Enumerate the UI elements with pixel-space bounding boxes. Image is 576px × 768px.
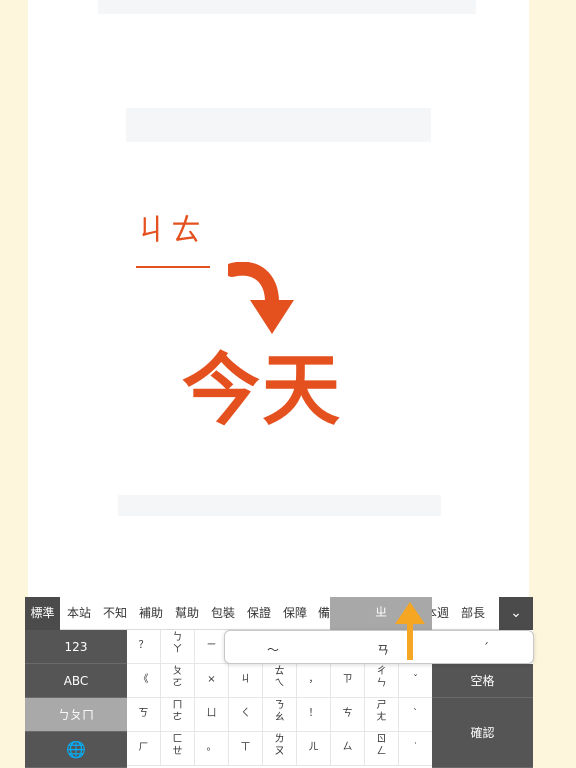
key-label: ㄩ bbox=[206, 708, 217, 719]
key-label: ㄒ bbox=[240, 742, 251, 753]
flick-panel: ～ ㄢ ˊ bbox=[224, 630, 534, 664]
placeholder-bar bbox=[98, 0, 476, 14]
key[interactable]: ㄙ bbox=[331, 732, 365, 766]
key-top-label: ㄌ bbox=[274, 734, 285, 745]
key-top-label: ㄅ bbox=[172, 632, 183, 643]
key-bottom-label: ㄚ bbox=[172, 644, 183, 655]
input-underline bbox=[136, 266, 210, 268]
mode-standard-button[interactable]: 標準 bbox=[25, 597, 60, 630]
key-bottom-label: ㄣ bbox=[376, 678, 387, 689]
key[interactable]: ㄖㄥ bbox=[365, 732, 399, 766]
key[interactable]: ˇ bbox=[399, 664, 433, 698]
key-label: ˙ bbox=[413, 742, 418, 753]
key-label: 《 bbox=[138, 674, 149, 685]
key-label: ㄙ bbox=[342, 742, 353, 753]
key[interactable]: ㄈㄝ bbox=[161, 732, 195, 766]
key-label: ！ bbox=[308, 708, 319, 719]
key-label: × bbox=[207, 674, 216, 685]
flick-option[interactable]: ㄢ bbox=[377, 641, 389, 658]
key-label: ㄘ bbox=[342, 708, 353, 719]
key-bottom-label: ㄠ bbox=[274, 712, 285, 723]
key-abc[interactable]: ABC bbox=[25, 664, 127, 698]
key-top-label: ㄆ bbox=[172, 666, 183, 677]
key-top-label: ㄖ bbox=[376, 734, 387, 745]
key[interactable]: ㄏ bbox=[127, 732, 161, 766]
key-label: ㄑ bbox=[240, 708, 251, 719]
candidate-item[interactable]: 包裝 bbox=[211, 597, 235, 630]
candidate-item[interactable]: 部長 bbox=[461, 597, 485, 630]
conversion-result: 今天 bbox=[182, 346, 343, 436]
key-top-label: ㄕ bbox=[376, 700, 387, 711]
key[interactable]: ㄒ bbox=[229, 732, 263, 766]
key-label: ㄐ bbox=[240, 674, 251, 685]
candidate-item[interactable]: 本站 bbox=[67, 597, 91, 630]
arrow-up-icon bbox=[395, 602, 425, 660]
placeholder-bar bbox=[118, 495, 441, 516]
candidate-item[interactable]: 補助 bbox=[139, 597, 163, 630]
key-bottom-label: ㄤ bbox=[376, 712, 387, 723]
key-top-label: ㄇ bbox=[172, 700, 183, 711]
key-label: ㄗ bbox=[342, 674, 353, 685]
candidate-item[interactable]: 備 bbox=[318, 597, 330, 630]
key-top-label: ㄋ bbox=[274, 700, 285, 711]
candidate-item[interactable]: 幫助 bbox=[175, 597, 199, 630]
key-bottom-label: ㄛ bbox=[172, 678, 183, 689]
key[interactable]: 《 bbox=[127, 664, 161, 698]
key[interactable]: ， bbox=[297, 664, 331, 698]
key-label: ㄦ bbox=[308, 742, 319, 753]
bopomofo-input: ㄐㄊ bbox=[136, 213, 206, 248]
key[interactable]: ˙ bbox=[399, 732, 433, 766]
key[interactable]: ㄎ bbox=[127, 698, 161, 732]
key[interactable]: 。 bbox=[195, 732, 229, 766]
key[interactable]: ㄋㄠ bbox=[263, 698, 297, 732]
space-button[interactable]: 空格 bbox=[432, 664, 533, 698]
key-numbers[interactable]: 123 bbox=[25, 630, 127, 664]
key-bottom-label: ㄟ bbox=[274, 678, 285, 689]
key[interactable]: ㄆㄛ bbox=[161, 664, 195, 698]
key[interactable]: ㄇㄜ bbox=[161, 698, 195, 732]
globe-icon[interactable]: 🌐 bbox=[25, 732, 127, 768]
key[interactable]: ㄩ bbox=[195, 698, 229, 732]
confirm-button[interactable]: 確認 bbox=[432, 698, 533, 768]
key-label: ㄎ bbox=[138, 708, 149, 719]
key-label: ？ bbox=[138, 640, 149, 651]
key[interactable]: ㄌㄡ bbox=[263, 732, 297, 766]
candidate-bar: 標準 本站不知補助幫助包裝保證保障備本週部長猜 ㄓ ⌄ bbox=[25, 597, 533, 630]
candidate-item[interactable]: 保證 bbox=[247, 597, 271, 630]
key[interactable]: ㄑ bbox=[229, 698, 263, 732]
flick-option[interactable]: ～ bbox=[267, 641, 279, 658]
key-bottom-label: ㄡ bbox=[274, 746, 285, 757]
key-label: ， bbox=[308, 674, 319, 685]
key-label: ㄏ bbox=[138, 742, 149, 753]
key-bottom-label: ㄝ bbox=[172, 746, 183, 757]
key[interactable]: ㄊㄟ bbox=[263, 664, 297, 698]
key-bottom-label: ㄜ bbox=[172, 712, 183, 723]
candidate-item[interactable]: 不知 bbox=[103, 597, 127, 630]
key-top-label: ㄊ bbox=[274, 666, 285, 677]
key[interactable]: ㄅㄚ bbox=[161, 630, 195, 664]
key-label: ˇ bbox=[413, 674, 418, 685]
key[interactable]: ㄗ bbox=[331, 664, 365, 698]
key-bopomofo[interactable]: ㄅㄆㄇ bbox=[25, 698, 127, 732]
placeholder-bar bbox=[126, 108, 431, 142]
key[interactable]: ㄘ bbox=[331, 698, 365, 732]
key[interactable]: × bbox=[195, 664, 229, 698]
key-label: ˋ bbox=[413, 708, 418, 719]
key[interactable]: ！ bbox=[297, 698, 331, 732]
chevron-down-icon[interactable]: ⌄ bbox=[499, 597, 533, 630]
key-top-label: ㄈ bbox=[172, 734, 183, 745]
candidate-item[interactable]: 保障 bbox=[283, 597, 307, 630]
key[interactable]: ？ bbox=[127, 630, 161, 664]
keyboard: 標準 本站不知補助幫助包裝保證保障備本週部長猜 ㄓ ⌄ 123 ABC ㄅㄆㄇ … bbox=[25, 597, 534, 768]
curved-arrow-icon bbox=[228, 262, 294, 334]
key[interactable]: ㄐ bbox=[229, 664, 263, 698]
key-bottom-label: ㄥ bbox=[376, 746, 387, 757]
key-top-label: ㄔ bbox=[376, 666, 387, 677]
key[interactable]: ㄔㄣ bbox=[365, 664, 399, 698]
key-label: 。 bbox=[206, 742, 217, 753]
key[interactable]: ㄕㄤ bbox=[365, 698, 399, 732]
flick-option[interactable]: ˊ bbox=[483, 641, 489, 655]
key[interactable]: ˋ bbox=[399, 698, 433, 732]
key[interactable]: ㄦ bbox=[297, 732, 331, 766]
